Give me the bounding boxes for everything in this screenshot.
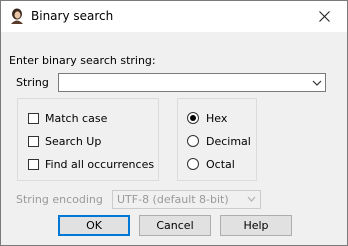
decimal-label: Decimal [206, 134, 251, 148]
decimal-option[interactable]: Decimal [187, 133, 251, 149]
search-up-checkbox[interactable] [28, 135, 39, 147]
title-bar: Binary search [1, 1, 347, 32]
help-button[interactable]: Help [220, 215, 292, 236]
cancel-button[interactable]: Cancel [139, 215, 211, 236]
chevron-down-icon[interactable] [311, 76, 323, 89]
number-format-group: Hex Decimal Octal [177, 98, 257, 181]
find-all-option[interactable]: Find all occurrences [28, 156, 154, 172]
encoding-value: UTF-8 (default 8-bit) [117, 193, 229, 206]
encoding-label: String encoding [16, 193, 103, 206]
window-title: Binary search [31, 9, 114, 23]
match-case-checkbox[interactable] [28, 112, 39, 124]
portrait-icon [11, 8, 23, 24]
hex-radio[interactable] [187, 112, 199, 124]
string-combobox[interactable] [58, 73, 326, 92]
decimal-radio[interactable] [187, 135, 199, 147]
search-up-option[interactable]: Search Up [28, 133, 101, 149]
octal-option[interactable]: Octal [187, 156, 235, 172]
string-label: String [16, 76, 49, 89]
search-options-group: Match case Search Up Find all occurrence… [17, 98, 159, 181]
find-all-checkbox[interactable] [28, 158, 39, 170]
match-case-option[interactable]: Match case [28, 110, 107, 126]
hex-label: Hex [206, 111, 228, 125]
find-all-label: Find all occurrences [45, 157, 155, 171]
match-case-label: Match case [45, 111, 108, 125]
binary-search-dialog: Binary search Enter binary search string… [0, 0, 348, 246]
octal-radio[interactable] [187, 158, 199, 170]
close-icon [318, 11, 330, 22]
close-button[interactable] [301, 1, 347, 32]
encoding-select[interactable]: UTF-8 (default 8-bit) [112, 190, 261, 209]
octal-label: Octal [206, 157, 235, 171]
search-up-label: Search Up [45, 134, 102, 148]
chevron-down-icon [247, 196, 256, 202]
prompt-label: Enter binary search string: [9, 54, 156, 67]
ok-button[interactable]: OK [58, 215, 130, 236]
hex-option[interactable]: Hex [187, 110, 227, 126]
